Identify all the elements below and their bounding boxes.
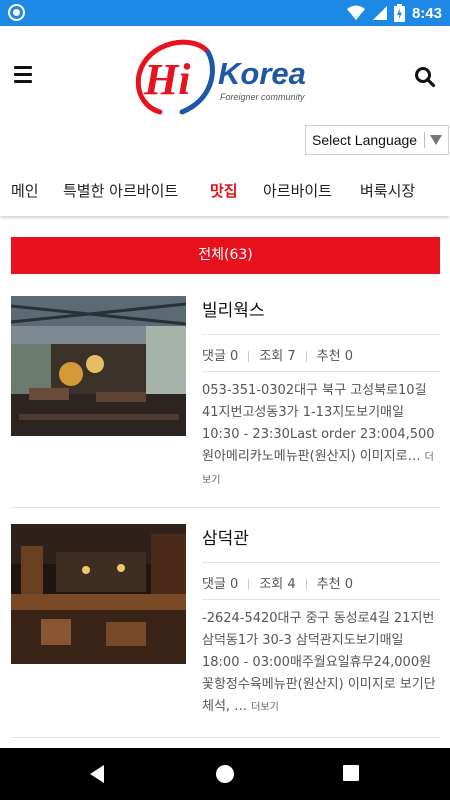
restaurant-photo-image	[11, 524, 186, 664]
view-count: 조회 7	[259, 349, 296, 364]
nav-item-restaurants[interactable]: 맛집	[210, 180, 238, 201]
search-icon	[415, 67, 436, 88]
nav-item-parttime[interactable]: 아르바이트	[263, 180, 332, 201]
post-thumbnail[interactable]	[11, 524, 186, 664]
post-excerpt-text: 053-351-0302대구 북구 고성북로10길 41지번고성동3가 1-13…	[202, 383, 435, 464]
nav-item-main[interactable]: 메인	[11, 180, 39, 201]
app-header: Hi Korea Foreigner community	[0, 26, 450, 128]
system-navigation-bar	[0, 748, 450, 800]
logo-hi-text: Hi	[143, 55, 191, 104]
menu-bar-icon	[14, 73, 32, 76]
recent-apps-button[interactable]	[342, 764, 360, 786]
logo-swoosh-icon: Hi	[135, 39, 215, 115]
comment-count: 댓글 0	[202, 577, 239, 592]
nav-item-special-parttime[interactable]: 특별한 아르바이트	[63, 180, 178, 201]
read-more-link[interactable]: 더보기	[251, 702, 279, 713]
post-divider	[11, 507, 440, 508]
status-bar: 8:43	[0, 0, 450, 26]
comment-count: 댓글 0	[202, 349, 239, 364]
post-divider	[11, 737, 440, 738]
view-count: 조회 4	[259, 577, 296, 592]
post-stats: 댓글 0 조회 7 추천 0	[202, 334, 440, 372]
post-thumbnail[interactable]	[11, 296, 186, 436]
dropdown-arrow-icon	[430, 135, 442, 145]
recommend-count: 추천 0	[316, 577, 353, 592]
home-button[interactable]	[215, 764, 235, 788]
post-title[interactable]: 삼덕관	[202, 524, 249, 549]
logo-korea-text: Korea	[218, 56, 306, 91]
hamburger-menu-button[interactable]	[14, 66, 34, 84]
back-triangle-icon	[90, 765, 104, 783]
filter-all-button[interactable]: 전체(63)	[11, 237, 440, 274]
stat-divider	[248, 351, 250, 362]
menu-bar-icon	[14, 80, 32, 83]
stat-divider	[248, 579, 250, 590]
stat-divider	[305, 351, 307, 362]
post-excerpt: 053-351-0302대구 북구 고성북로10길 41지번고성동3가 1-13…	[202, 380, 440, 492]
post-title[interactable]: 빌리웍스	[202, 296, 265, 321]
back-button[interactable]	[88, 764, 106, 788]
post-excerpt-text: -2624-5420대구 중구 동성로4길 21지번삼덕동1가 30-3 삼덕관…	[202, 611, 436, 714]
battery-icon	[393, 4, 405, 22]
signal-icon	[372, 6, 387, 20]
select-divider	[424, 132, 425, 148]
recent-apps-square-icon	[343, 765, 359, 781]
restaurant-photo-image	[11, 296, 186, 436]
stat-divider	[305, 579, 307, 590]
post-excerpt: -2624-5420대구 중구 동성로4길 21지번삼덕동1가 30-3 삼덕관…	[202, 608, 440, 719]
notification-icon	[8, 4, 25, 21]
home-circle-icon	[216, 765, 234, 783]
wifi-icon	[346, 5, 365, 20]
nav-item-flea-market[interactable]: 벼룩시장	[360, 180, 415, 201]
language-select-label: Select Language	[312, 132, 418, 148]
hikorea-logo[interactable]: Hi Korea Foreigner community	[130, 34, 320, 118]
clock: 8:43	[411, 4, 442, 22]
search-button[interactable]	[414, 66, 436, 88]
menu-bar-icon	[14, 66, 32, 69]
language-select[interactable]: Select Language	[305, 125, 449, 155]
post-stats: 댓글 0 조회 4 추천 0	[202, 562, 440, 600]
category-nav: 메인 특별한 아르바이트 맛집 아르바이트 벼룩시장	[0, 166, 450, 216]
logo-subtitle: Foreigner community	[220, 92, 305, 102]
recommend-count: 추천 0	[316, 349, 353, 364]
